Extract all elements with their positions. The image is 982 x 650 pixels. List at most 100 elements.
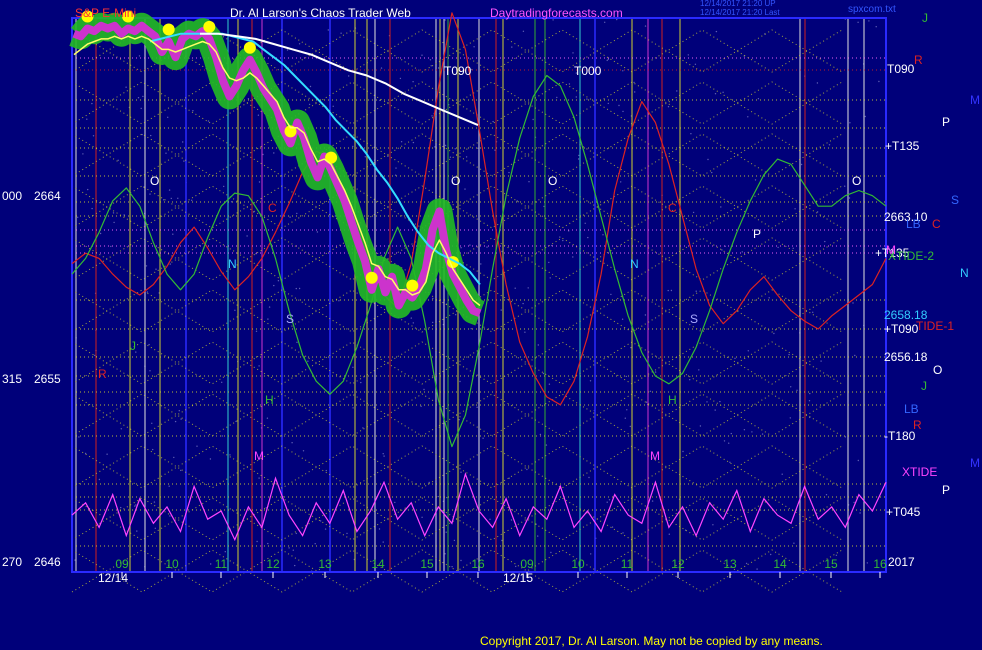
background-dot: [528, 181, 530, 183]
background-dot: [428, 481, 430, 484]
background-dot: [296, 341, 298, 343]
background-dot: [340, 32, 342, 34]
background-dot: [410, 317, 412, 319]
background-dot: [92, 135, 95, 137]
inner-label: S: [690, 312, 698, 326]
right-axis-label: +T045: [886, 505, 921, 519]
inner-label: N: [630, 257, 639, 271]
background-dot: [437, 495, 439, 498]
background-dot: [866, 562, 868, 564]
side-letter: S: [951, 193, 959, 207]
background-dot: [298, 287, 301, 290]
background-dot: [515, 565, 517, 568]
background-dot: [378, 528, 381, 530]
background-dot: [572, 52, 574, 54]
background-dot: [550, 551, 552, 554]
inner-label: H: [668, 393, 677, 407]
background-dot: [445, 531, 447, 533]
background-dot: [332, 105, 334, 108]
background-dot: [692, 211, 695, 214]
background-dot: [432, 297, 434, 300]
background-dot: [537, 535, 539, 537]
background-dot: [853, 501, 855, 504]
background-dot: [288, 547, 290, 549]
x-tick-label: 14: [773, 557, 787, 571]
background-dot: [151, 422, 153, 424]
background-dot: [210, 563, 212, 565]
background-dot: [539, 433, 542, 436]
background-dot: [854, 354, 856, 357]
update-stamp-2: 12/14/2017 21:20 Last: [700, 8, 780, 17]
background-dot: [224, 551, 226, 553]
background-dot: [501, 250, 503, 253]
background-dot: [267, 318, 269, 320]
side-letter: LB: [906, 217, 921, 231]
inner-label: O: [852, 174, 861, 188]
background-dot: [645, 401, 648, 403]
swing-marker: [243, 41, 256, 54]
data-file-label: spxcom.txt: [848, 4, 896, 15]
background-dot: [578, 154, 580, 157]
background-dot: [644, 314, 647, 316]
background-dot: [437, 67, 440, 69]
background-dot: [170, 197, 172, 200]
background-dot: [682, 450, 684, 453]
background-dot: [548, 261, 550, 264]
background-dot: [137, 97, 140, 99]
background-dot: [430, 65, 432, 67]
inner-label: C: [268, 201, 277, 215]
background-dot: [246, 235, 248, 237]
background-dot: [113, 221, 115, 224]
background-dot: [383, 455, 385, 457]
background-dot: [667, 106, 670, 108]
update-stamp-1: 12/14/2017 21:20 UP: [700, 0, 776, 8]
background-dot: [670, 289, 673, 292]
inner-label: T000: [574, 64, 602, 78]
x-tick-label: 12: [266, 557, 280, 571]
background-dot: [773, 332, 775, 335]
background-dot: [857, 459, 859, 462]
background-dot: [629, 425, 631, 428]
background-dot: [352, 407, 354, 409]
background-dot: [327, 29, 329, 31]
background-dot: [548, 383, 551, 385]
background-dot: [730, 432, 732, 435]
background-dot: [545, 444, 548, 446]
background-dot: [587, 236, 589, 239]
background-dot: [120, 506, 122, 509]
background-dot: [399, 77, 402, 80]
background-dot: [508, 477, 510, 479]
left-axis-prefix: 315: [2, 372, 22, 386]
background-dot: [508, 171, 510, 174]
background-dot: [542, 372, 545, 375]
inner-label: R: [98, 367, 107, 381]
x-tick-label: 16: [471, 557, 485, 571]
background-dot: [360, 381, 362, 384]
site-link[interactable]: Daytradingforecasts.com: [490, 6, 623, 20]
background-dot: [864, 115, 866, 118]
background-dot: [714, 93, 717, 95]
side-letter: J: [922, 11, 928, 25]
background-dot: [163, 199, 165, 201]
background-dot: [142, 95, 144, 98]
left-axis-label: 2664: [34, 189, 61, 203]
background-dot: [622, 70, 624, 72]
background-dot: [174, 420, 177, 423]
background-dot: [816, 82, 819, 84]
background-dot: [568, 83, 571, 85]
background-dot: [286, 49, 289, 51]
background-dot: [296, 212, 298, 215]
side-letter: LB: [904, 402, 919, 416]
background-dot: [824, 240, 826, 243]
background-dot: [687, 54, 689, 56]
background-dot: [654, 371, 657, 373]
background-dot: [316, 231, 319, 233]
background-dot: [257, 114, 260, 116]
background-dot: [380, 67, 383, 69]
x-tick-label: 15: [824, 557, 838, 571]
background-dot: [91, 102, 93, 105]
chart-stage: 000 2664 315 2655 270 2646 09 10 11 12 13 14 15 16 09 1…: [0, 0, 982, 650]
background-dot: [857, 21, 859, 23]
background-dot: [633, 81, 635, 84]
side-letter: M: [970, 456, 980, 470]
